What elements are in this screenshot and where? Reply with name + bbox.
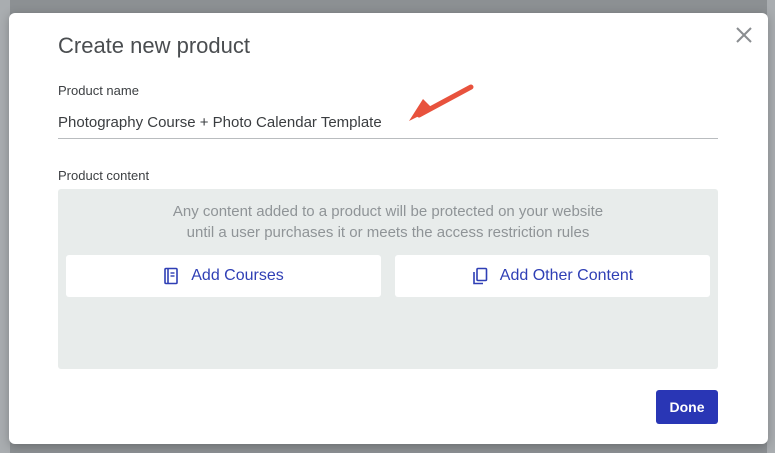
content-hint-line-1: Any content added to a product will be p… bbox=[172, 203, 604, 220]
close-button[interactable] bbox=[734, 25, 754, 45]
product-name-input[interactable] bbox=[58, 106, 718, 139]
copy-icon bbox=[472, 267, 488, 285]
background-page-right bbox=[767, 0, 775, 453]
add-courses-button[interactable]: Add Courses bbox=[66, 255, 381, 297]
content-hint: Any content added to a product will be p… bbox=[58, 201, 718, 243]
annotation-arrow-icon bbox=[409, 84, 474, 121]
done-button[interactable]: Done bbox=[656, 390, 718, 424]
create-product-dialog: Create new product Product name Product … bbox=[9, 13, 768, 444]
content-hint-line-2: until a user purchases it or meets the a… bbox=[186, 224, 590, 241]
dialog-title: Create new product bbox=[58, 33, 250, 58]
book-icon bbox=[164, 267, 179, 285]
product-content-area: Any content added to a product will be p… bbox=[58, 189, 718, 369]
product-content-label: Product content bbox=[58, 168, 150, 183]
add-other-content-button[interactable]: Add Other Content bbox=[395, 255, 710, 297]
add-courses-label: Add Courses bbox=[191, 267, 284, 284]
close-icon bbox=[736, 27, 752, 43]
product-name-label: Product name bbox=[58, 83, 139, 98]
add-other-content-label: Add Other Content bbox=[499, 267, 634, 284]
